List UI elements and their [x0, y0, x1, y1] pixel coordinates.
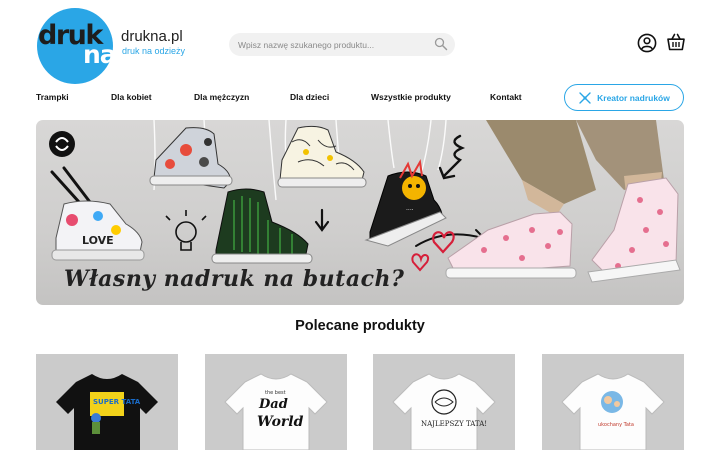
search-input[interactable] [238, 33, 428, 56]
creator-button[interactable]: Kreator nadruków [564, 84, 684, 111]
nav-item-dla-kobiet[interactable]: Dla kobiet [111, 92, 152, 102]
nav-item-dla-mezczyzn[interactable]: Dla mężczyzn [194, 92, 249, 102]
product-1-print-text: SUPER TATA [93, 398, 141, 406]
user-icon[interactable] [637, 33, 657, 53]
hero-banner[interactable]: LOVE .... Własny nadruk na butach? [36, 120, 684, 305]
banner-caption: Własny nadruk na butach? [64, 266, 405, 292]
product-card-2[interactable]: Dad World the best [205, 354, 347, 450]
svg-text:World: World [257, 414, 304, 430]
tshirt-white-image: ukochany Tata [561, 373, 665, 450]
tshirt-white-image: Dad World the best [224, 373, 328, 450]
search-icon[interactable] [434, 37, 448, 51]
logo-text-na: na [83, 40, 117, 69]
search-bar [229, 33, 455, 56]
product-card-1[interactable]: SUPER TATA [36, 354, 178, 450]
tshirt-white-image: NAJLEPSZY TATA! [392, 373, 496, 450]
nav-item-kontakt[interactable]: Kontakt [490, 92, 522, 102]
nav-item-wszystkie-produkty[interactable]: Wszystkie produkty [371, 92, 451, 102]
svg-text:Dad: Dad [258, 397, 288, 412]
nav-item-dla-dzieci[interactable]: Dla dzieci [290, 92, 329, 102]
nav-item-trampki[interactable]: Trampki [36, 92, 69, 102]
pen-tool-icon [579, 91, 591, 104]
svg-text:LOVE: LOVE [82, 234, 114, 247]
brand-name[interactable]: drukna.pl [121, 28, 183, 45]
shoe-love: LOVE [51, 200, 145, 261]
product-3-print-text: NAJLEPSZY TATA! [421, 420, 487, 428]
svg-text:the best: the best [265, 390, 286, 396]
brand-tagline: druk na odzieży [122, 46, 186, 56]
cart-icon[interactable] [666, 32, 686, 52]
product-card-3[interactable]: NAJLEPSZY TATA! [373, 354, 515, 450]
svg-text:....: .... [406, 205, 414, 212]
tshirt-black-image: SUPER TATA [56, 374, 158, 450]
section-title-featured: Polecane produkty [295, 318, 425, 334]
product-4-print-text: ukochany Tata [598, 422, 634, 428]
product-card-4[interactable]: ukochany Tata [542, 354, 684, 450]
creator-button-label: Kreator nadruków [597, 92, 670, 103]
